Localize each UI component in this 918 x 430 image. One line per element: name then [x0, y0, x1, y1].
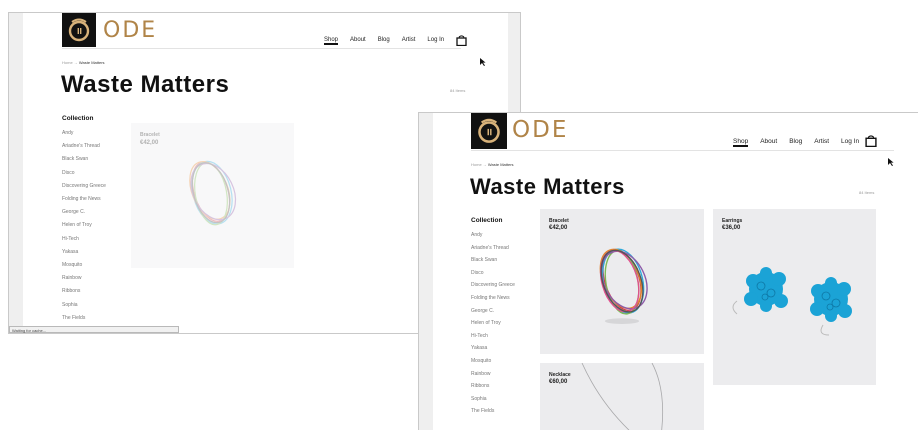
collection-item[interactable]: The Fields — [471, 405, 515, 418]
collection-item[interactable]: The Fields — [62, 312, 106, 325]
item-count: 84 Items — [859, 190, 875, 195]
collection-heading: Collection — [62, 115, 94, 122]
left-gutter — [9, 13, 23, 333]
collection-item[interactable]: Folding the News — [62, 193, 106, 206]
collection-item[interactable]: Andy — [471, 229, 515, 242]
logo-text: ODE — [512, 117, 569, 143]
product-price: €42,00 — [140, 140, 159, 146]
collection-item[interactable]: Mosquito — [471, 355, 515, 368]
collection-item[interactable]: Black Swan — [471, 254, 515, 267]
nav-blog[interactable]: Blog — [789, 138, 802, 145]
collection-item[interactable]: Ariadne's Thread — [62, 140, 106, 153]
logo-icon[interactable] — [62, 13, 96, 47]
bracelet-image — [599, 248, 648, 324]
breadcrumb: Home → Waste Matters — [62, 60, 105, 65]
collection-item[interactable]: Andy — [62, 127, 106, 140]
item-count: 84 Items — [450, 88, 466, 93]
nav-shop[interactable]: Shop — [733, 138, 749, 147]
page-title: Waste Matters — [470, 174, 625, 199]
collection-item[interactable]: Ribbons — [471, 380, 515, 393]
collection-item[interactable]: Yakasa — [471, 342, 515, 355]
nav-about[interactable]: About — [760, 138, 777, 145]
collection-item[interactable]: Hi-Tech — [62, 233, 106, 246]
header-divider — [471, 150, 894, 151]
collection-item[interactable]: Black Swan — [62, 153, 106, 166]
collection-heading: Collection — [471, 217, 503, 224]
collection-item[interactable]: Rainbow — [62, 272, 106, 285]
product-price: €36,00 — [722, 225, 741, 231]
collection-item[interactable]: Disco — [471, 267, 515, 280]
collection-list: Andy Ariadne's Thread Black Swan Disco Disco… — [62, 127, 106, 325]
product-price: €42,00 — [549, 225, 568, 231]
collection-item[interactable]: Sophia — [62, 299, 106, 312]
header-divider — [62, 48, 461, 49]
left-gutter — [419, 113, 433, 430]
breadcrumb-home[interactable]: Home — [62, 60, 73, 65]
page-content: ODE Shop About Blog Artist Log In Home →… — [433, 113, 918, 430]
breadcrumb-current: Waste Matters — [487, 162, 514, 167]
status-bar: Waiting for cache... — [9, 326, 179, 333]
nav-about[interactable]: About — [350, 37, 366, 43]
breadcrumb: Home → Waste Matters — [471, 162, 514, 167]
nav-blog[interactable]: Blog — [378, 37, 390, 43]
collection-item[interactable]: Helen of Troy — [471, 317, 515, 330]
nav-artist[interactable]: Artist — [814, 138, 829, 145]
breadcrumb-separator: → — [482, 162, 487, 167]
product-name: Earrings — [722, 218, 743, 224]
page-title: Waste Matters — [61, 71, 230, 98]
mouse-cursor-icon — [480, 53, 486, 71]
product-name: Bracelet — [140, 132, 160, 138]
main-nav: Shop About Blog Artist Log In — [324, 37, 444, 45]
product-card-bracelet[interactable]: Bracelet €42,00 — [540, 209, 704, 354]
breadcrumb-current: Waste Matters — [78, 60, 105, 65]
nav-login[interactable]: Log In — [427, 37, 444, 43]
collection-item[interactable]: Folding the News — [471, 292, 515, 305]
collection-item[interactable]: Yakasa — [62, 246, 106, 259]
collection-item[interactable]: Ribbons — [62, 285, 106, 298]
collection-item[interactable]: Mosquito — [62, 259, 106, 272]
collection-item[interactable]: Discovering Greece — [471, 279, 515, 292]
logo-text: ODE — [103, 18, 158, 43]
collection-item[interactable]: Hi-Tech — [471, 330, 515, 343]
mouse-cursor-icon — [888, 153, 894, 171]
collection-item[interactable]: Helen of Troy — [62, 219, 106, 232]
product-name: Bracelet — [549, 218, 569, 224]
nav-artist[interactable]: Artist — [402, 37, 416, 43]
collection-item[interactable]: Disco — [62, 167, 106, 180]
breadcrumb-separator: → — [73, 60, 78, 65]
earrings-image — [732, 267, 852, 336]
product-card-earrings[interactable]: Earrings €36,00 — [713, 209, 876, 385]
collection-item[interactable]: Discovering Greece — [62, 180, 106, 193]
collection-list: Andy Ariadne's Thread Black Swan Disco Disco… — [471, 229, 515, 418]
logo-icon[interactable] — [471, 113, 507, 149]
foreground-browser-window: ODE Shop About Blog Artist Log In Home →… — [418, 112, 918, 430]
nav-shop[interactable]: Shop — [324, 37, 339, 45]
collection-item[interactable]: George C. — [62, 206, 106, 219]
product-card-bracelet[interactable]: Bracelet €42,00 — [131, 123, 294, 268]
collection-item[interactable]: Sophia — [471, 393, 515, 406]
necklace-image — [581, 363, 664, 430]
collection-item[interactable]: Rainbow — [471, 368, 515, 381]
product-card-necklace[interactable]: Necklace €60,00 — [540, 363, 704, 430]
collection-item[interactable]: George C. — [471, 305, 515, 318]
breadcrumb-home[interactable]: Home — [471, 162, 482, 167]
main-nav: Shop About Blog Artist Log In — [733, 138, 859, 147]
nav-login[interactable]: Log In — [841, 138, 859, 145]
collection-item[interactable]: Ariadne's Thread — [471, 242, 515, 255]
bracelet-image — [189, 160, 237, 226]
